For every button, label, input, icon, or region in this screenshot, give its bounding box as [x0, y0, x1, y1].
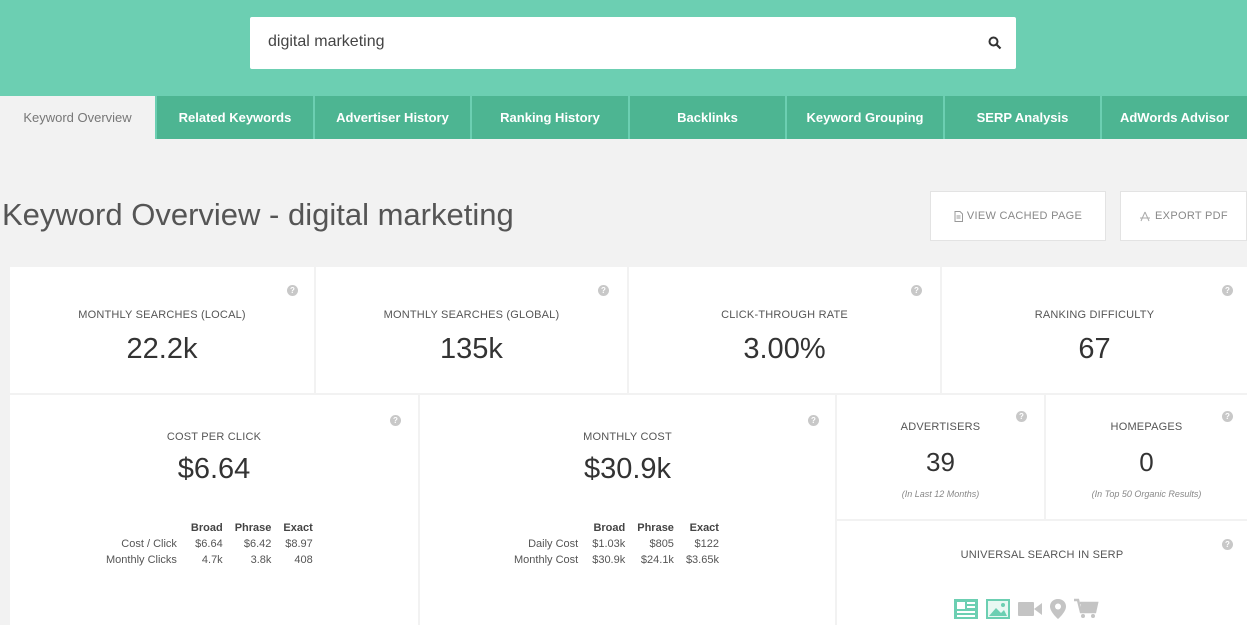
export-pdf-button[interactable]: EXPORT PDF [1120, 191, 1247, 241]
column-header: Exact [689, 522, 719, 534]
export-pdf-label: EXPORT PDF [1155, 210, 1228, 222]
cell-broad: $6.64 [195, 538, 223, 550]
monthly-cost-breakdown-table: Broad Phrase Exact Daily Cost $1.03k $80… [508, 520, 725, 568]
metric-value: $30.9k [583, 453, 672, 485]
cell-exact: $3.65k [685, 554, 719, 566]
card-monthly-searches-global: ? MONTHLY SEARCHES (GLOBAL) 135k [316, 267, 627, 393]
tab-bar: Keyword Overview Related Keywords Advert… [0, 96, 1247, 139]
tab-keyword-grouping[interactable]: Keyword Grouping [785, 96, 943, 139]
row-label: Monthly Cost [514, 554, 579, 566]
table-row: Monthly Cost $30.9k $24.1k $3.65k [508, 552, 725, 568]
help-icon[interactable]: ? [808, 415, 819, 426]
cell-exact: 408 [294, 554, 313, 566]
video-icon [1018, 602, 1042, 616]
metric-label: MONTHLY SEARCHES (GLOBAL) [383, 309, 560, 321]
page-title: Keyword Overview - digital marketing [2, 197, 514, 232]
card-universal-search: ? UNIVERSAL SEARCH IN SERP [837, 521, 1247, 625]
view-cached-page-button[interactable]: VIEW CACHED PAGE [930, 191, 1106, 241]
card-click-through-rate: ? CLICK-THROUGH RATE 3.00% [629, 267, 940, 393]
metric-label: MONTHLY COST [583, 431, 672, 443]
cell-broad: 4.7k [201, 554, 223, 566]
column-header: Exact [283, 522, 313, 534]
map-pin-icon [1050, 599, 1066, 619]
metric-value: 67 [1078, 333, 1111, 365]
card-cost-per-click: ? COST PER CLICK $6.64 Broad Phrase Exac… [10, 395, 418, 625]
help-icon[interactable]: ? [1222, 285, 1233, 296]
tab-adwords-advisor[interactable]: AdWords Advisor [1100, 96, 1247, 139]
metric-label: CLICK-THROUGH RATE [721, 309, 848, 321]
column-header: Phrase [234, 522, 272, 534]
cell-exact: $122 [694, 538, 719, 550]
metric-label: ADVERTISERS [900, 421, 981, 433]
cell-phrase: $24.1k [640, 554, 674, 566]
metric-value: 0 [1139, 447, 1154, 477]
column-header: Broad [593, 522, 626, 534]
help-icon[interactable]: ? [598, 285, 609, 296]
tab-advertiser-history[interactable]: Advertiser History [313, 96, 470, 139]
metric-value: $6.64 [177, 453, 251, 485]
shopping-cart-icon [1074, 598, 1099, 618]
tab-keyword-overview[interactable]: Keyword Overview [0, 96, 155, 139]
row-label: Daily Cost [528, 538, 579, 550]
metric-value: 135k [440, 333, 503, 365]
pdf-icon [1140, 211, 1151, 221]
help-icon[interactable]: ? [911, 285, 922, 296]
card-monthly-searches-local: ? MONTHLY SEARCHES (LOCAL) 22.2k [10, 267, 314, 393]
universal-search-icons [953, 598, 1099, 620]
view-cached-page-label: VIEW CACHED PAGE [966, 210, 1083, 222]
metric-value: 39 [926, 447, 955, 477]
metric-label: COST PER CLICK [166, 431, 262, 443]
images-icon [986, 599, 1010, 619]
table-row: Daily Cost $1.03k $805 $122 [508, 536, 725, 552]
metric-subtext: (In Last 12 Months) [901, 489, 980, 499]
tab-backlinks[interactable]: Backlinks [628, 96, 785, 139]
cell-phrase: $805 [649, 538, 674, 550]
row-label: Monthly Clicks [106, 554, 177, 566]
cell-exact: $8.97 [285, 538, 313, 550]
help-icon[interactable]: ? [287, 285, 298, 296]
table-row: Monthly Clicks 4.7k 3.8k 408 [100, 552, 319, 568]
column-header: Broad [190, 522, 223, 534]
column-header: Phrase [637, 522, 674, 534]
tab-serp-analysis[interactable]: SERP Analysis [943, 96, 1100, 139]
tab-ranking-history[interactable]: Ranking History [470, 96, 628, 139]
tab-related-keywords[interactable]: Related Keywords [155, 96, 313, 139]
cell-broad: $30.9k [592, 554, 626, 566]
search-input[interactable]: digital marketing [268, 33, 385, 51]
card-homepages: ? HOMEPAGES 0 (In Top 50 Organic Results… [1046, 395, 1247, 519]
metric-value: 22.2k [126, 333, 198, 365]
row-label: Cost / Click [121, 538, 177, 550]
cell-broad: $1.03k [592, 538, 626, 550]
help-icon[interactable]: ? [390, 415, 401, 426]
table-row: Cost / Click $6.64 $6.42 $8.97 [100, 536, 319, 552]
search-icon[interactable] [988, 36, 1002, 50]
cell-phrase: $6.42 [243, 538, 272, 550]
table-header-row: Broad Phrase Exact [508, 520, 725, 536]
document-icon [954, 210, 963, 222]
search-bar[interactable]: digital marketing [250, 17, 1016, 69]
metric-label: UNIVERSAL SEARCH IN SERP [960, 549, 1124, 561]
news-icon [954, 599, 978, 619]
card-monthly-cost: ? MONTHLY COST $30.9k Broad Phrase Exact… [420, 395, 835, 625]
cpc-breakdown-table: Broad Phrase Exact Cost / Click $6.64 $6… [100, 520, 319, 568]
metric-value: 3.00% [743, 333, 826, 365]
table-header-row: Broad Phrase Exact [100, 520, 319, 536]
metric-label: MONTHLY SEARCHES (LOCAL) [78, 309, 246, 321]
card-advertisers: ? ADVERTISERS 39 (In Last 12 Months) [837, 395, 1044, 519]
metric-label: HOMEPAGES [1110, 421, 1183, 433]
card-ranking-difficulty: ? RANKING DIFFICULTY 67 [942, 267, 1247, 393]
metric-subtext: (In Top 50 Organic Results) [1091, 489, 1202, 499]
metric-label: RANKING DIFFICULTY [1034, 309, 1155, 321]
header-bar: digital marketing [0, 0, 1247, 96]
cell-phrase: 3.8k [250, 554, 272, 566]
